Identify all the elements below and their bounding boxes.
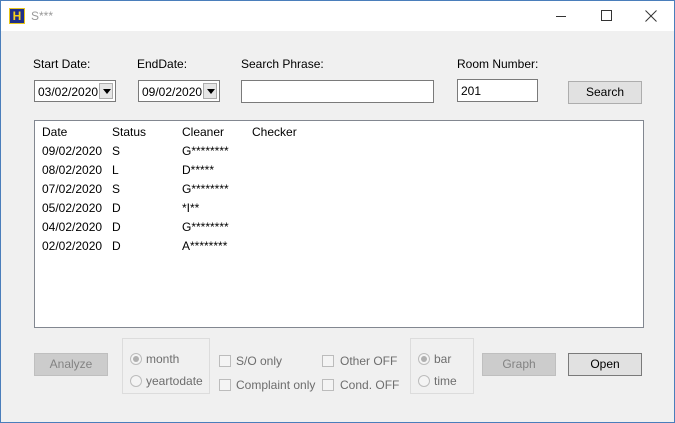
so-only-checkbox[interactable] [219, 355, 231, 367]
start-date-value: 03/02/2020 [38, 85, 99, 99]
row-status: D [112, 201, 121, 215]
column-header-cleaner[interactable]: Cleaner [182, 125, 224, 139]
search-button[interactable]: Search [568, 81, 642, 104]
bar-radio[interactable] [418, 353, 430, 365]
row-date: 05/02/2020 [42, 201, 103, 215]
time-radio[interactable] [418, 375, 430, 387]
results-list[interactable]: Date Status Cleaner Checker 09/02/2020 S… [34, 120, 644, 328]
cond-off-checkbox[interactable] [322, 379, 334, 391]
search-phrase-input[interactable] [242, 81, 433, 102]
time-label: time [434, 374, 457, 388]
end-date-combo[interactable]: 09/02/2020 [138, 80, 220, 102]
row-cleaner: A******** [182, 239, 228, 253]
column-header-date[interactable]: Date [42, 125, 67, 139]
row-cleaner: G******** [182, 182, 229, 196]
row-date: 07/02/2020 [42, 182, 103, 196]
other-off-checkbox[interactable] [322, 355, 334, 367]
row-date: 02/02/2020 [42, 239, 103, 253]
column-header-status[interactable]: Status [112, 125, 146, 139]
row-date: 04/02/2020 [42, 220, 103, 234]
complaint-only-checkbox[interactable] [219, 379, 231, 391]
row-status: S [112, 182, 121, 196]
chevron-down-icon[interactable] [203, 83, 217, 99]
end-date-value: 09/02/2020 [142, 85, 203, 99]
so-only-label: S/O only [236, 354, 283, 368]
start-date-combo[interactable]: 03/02/2020 [34, 80, 116, 102]
chevron-down-icon[interactable] [99, 83, 113, 99]
room-number-input[interactable] [458, 80, 537, 101]
room-number-label: Room Number: [457, 57, 539, 71]
row-cleaner: D***** [182, 163, 215, 177]
month-label: month [146, 352, 180, 366]
search-phrase-field[interactable] [241, 80, 434, 103]
row-date: 08/02/2020 [42, 163, 103, 177]
row-status: S [112, 144, 121, 158]
end-date-label: EndDate: [137, 57, 188, 71]
cond-off-label: Cond. OFF [340, 378, 400, 392]
month-radio[interactable] [130, 353, 142, 365]
row-cleaner: G******** [182, 144, 229, 158]
title-bar[interactable]: H S*** [1, 1, 674, 31]
bar-label: bar [434, 352, 452, 366]
row-status: L [112, 163, 119, 177]
room-number-field[interactable] [457, 79, 538, 102]
row-status: D [112, 220, 121, 234]
row-cleaner: *I** [182, 201, 200, 215]
minimize-button[interactable] [538, 1, 584, 31]
row-date: 09/02/2020 [42, 144, 103, 158]
analyze-button[interactable]: Analyze [34, 353, 108, 376]
search-phrase-label: Search Phrase: [241, 57, 324, 71]
other-off-label: Other OFF [340, 354, 398, 368]
yeartodate-label: yeartodate [146, 374, 203, 388]
complaint-only-label: Complaint only [236, 378, 316, 392]
graph-button[interactable]: Graph [482, 353, 556, 376]
row-status: D [112, 239, 121, 253]
window-title: S*** [31, 9, 54, 23]
app-logo-icon: H [9, 8, 25, 24]
column-header-checker[interactable]: Checker [252, 125, 297, 139]
close-icon [645, 10, 657, 22]
yeartodate-radio[interactable] [130, 375, 142, 387]
start-date-label: Start Date: [33, 57, 91, 71]
open-button[interactable]: Open [568, 353, 642, 376]
row-cleaner: G******** [182, 220, 229, 234]
maximize-button[interactable] [583, 1, 629, 31]
main-window: H S*** Start Date: 03/02/2020 EndDate: 0… [0, 0, 675, 423]
close-button[interactable] [628, 1, 674, 31]
